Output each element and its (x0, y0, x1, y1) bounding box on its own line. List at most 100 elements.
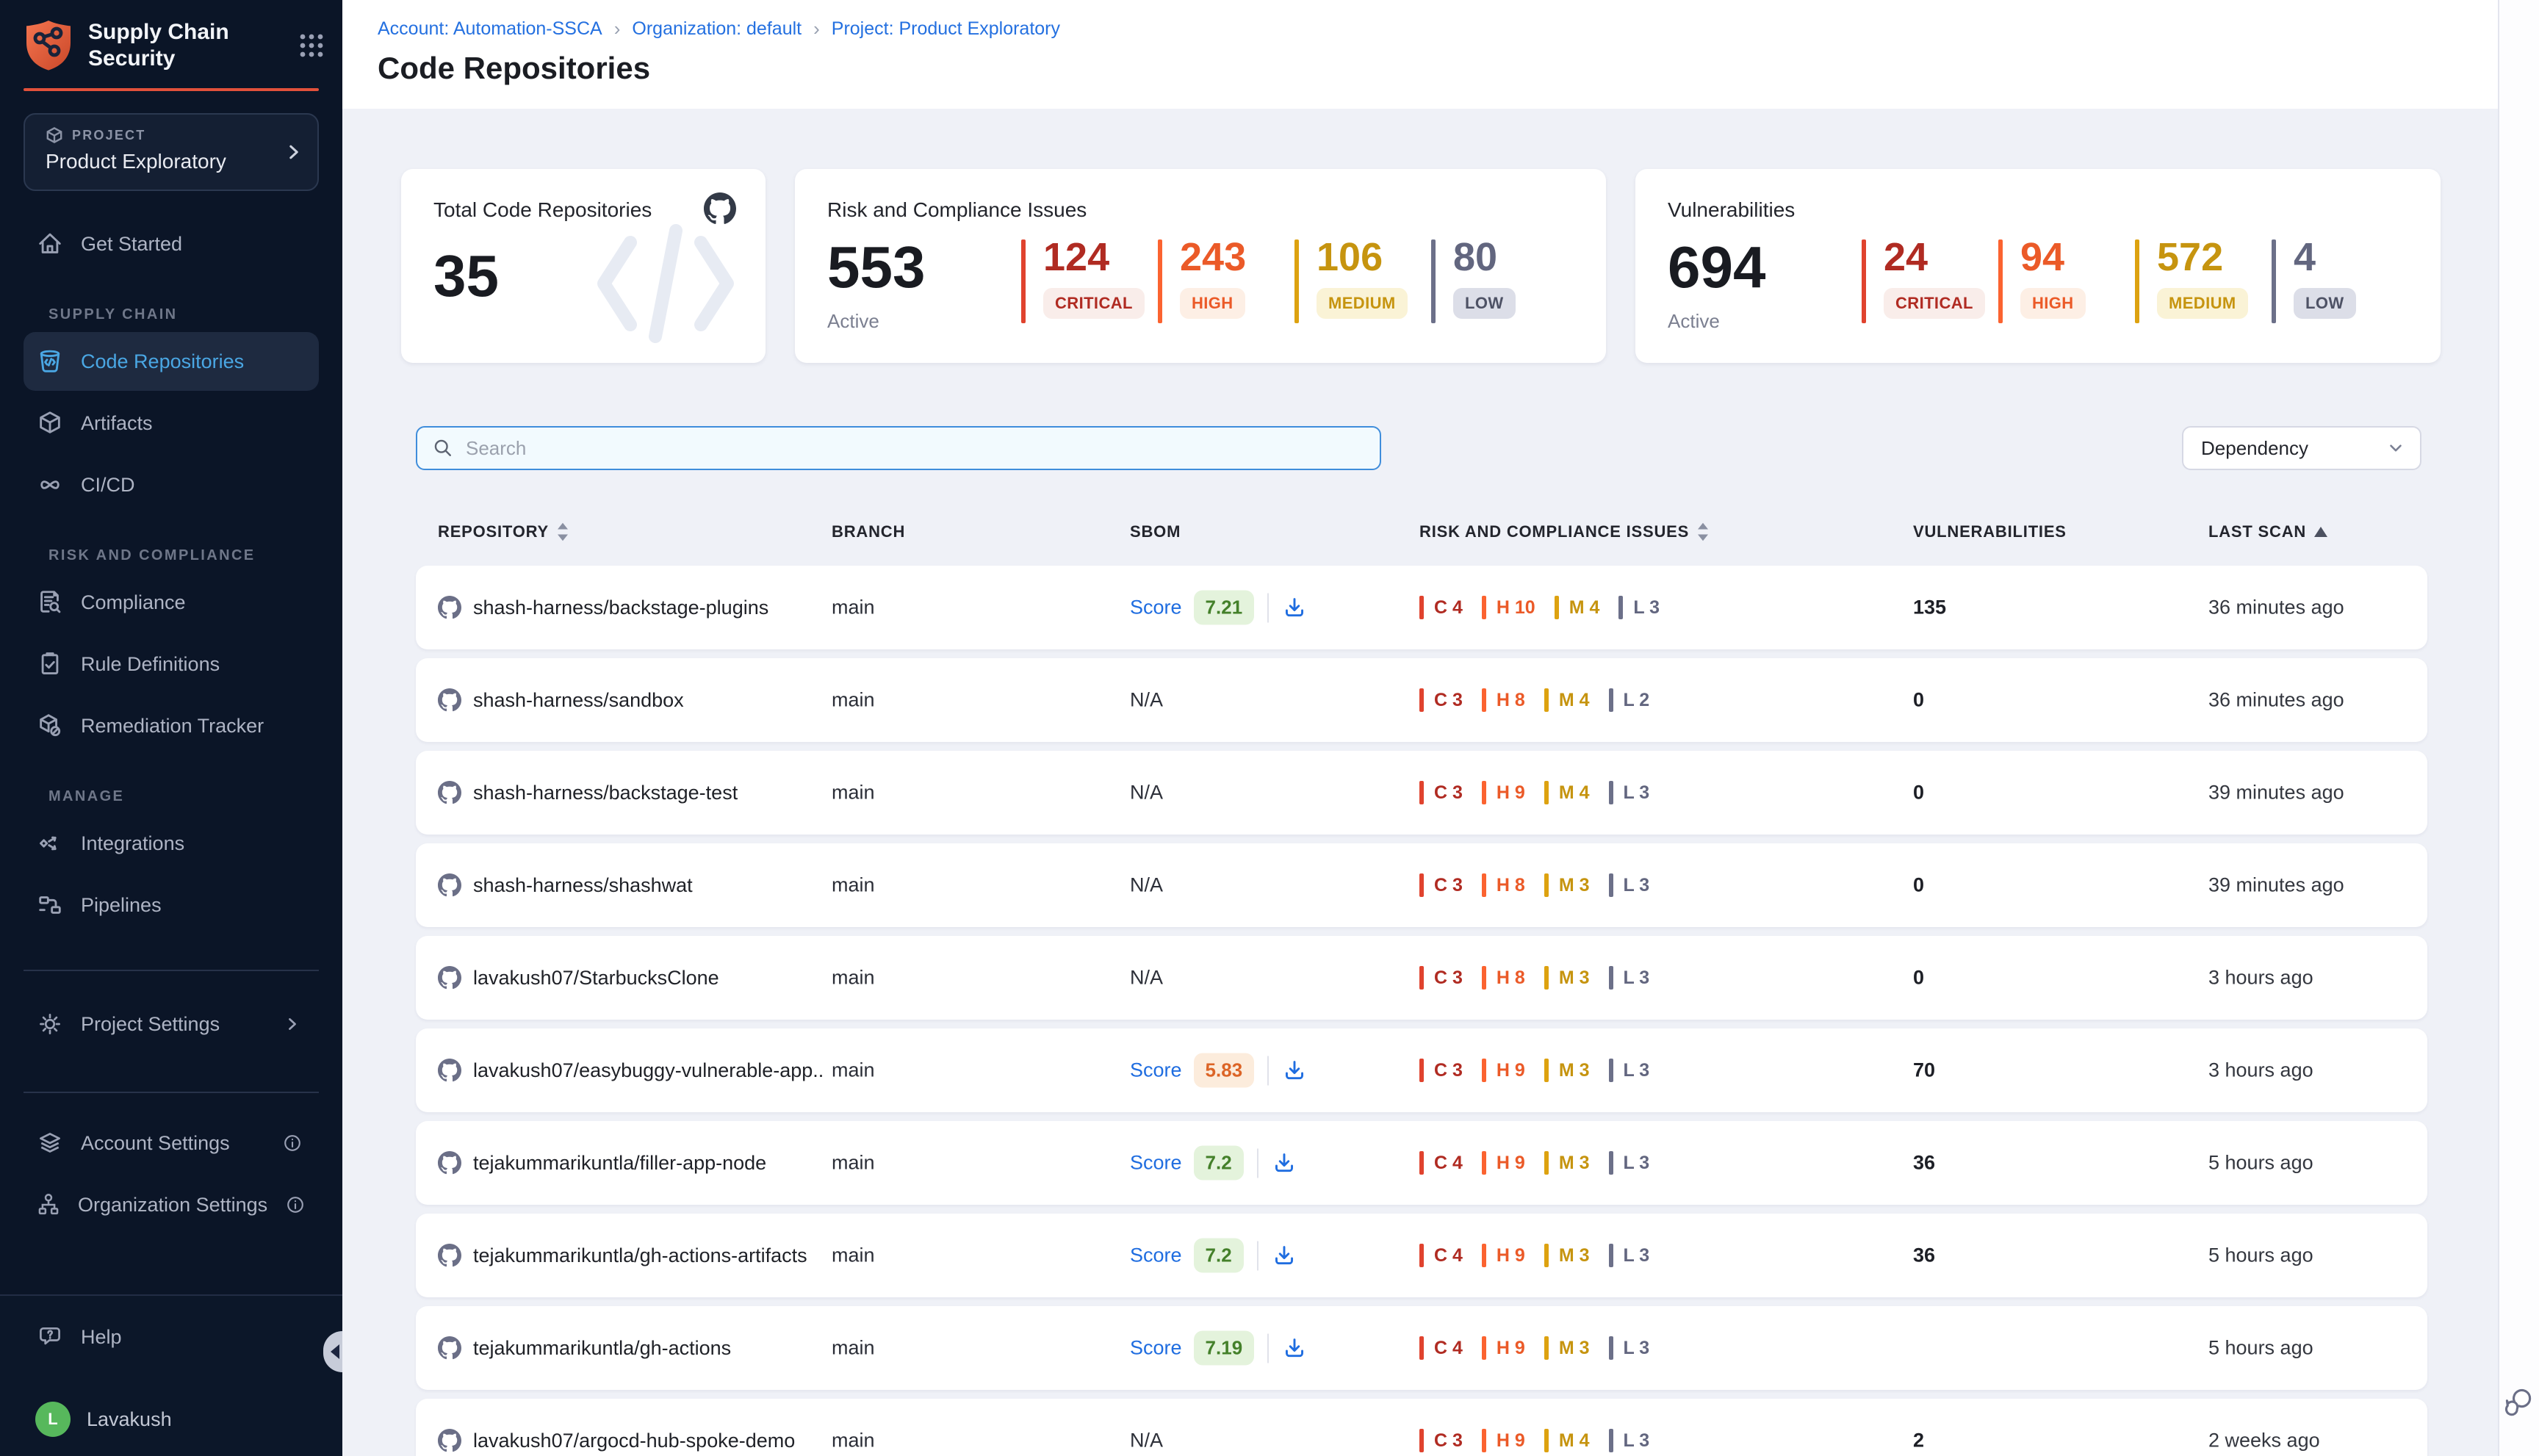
severity-group-critical: 24CRITICAL (1862, 237, 1998, 333)
column-header-last-scan[interactable]: LAST SCAN (2208, 517, 2328, 547)
sbom-score-link[interactable]: Score (1130, 1337, 1182, 1360)
sbom-score-link[interactable]: Score (1130, 1244, 1182, 1267)
table-row[interactable]: tejakummarikuntla/filler-app-nodemainSco… (416, 1121, 2427, 1205)
table-row[interactable]: tejakummarikuntla/gh-actions-artifactsma… (416, 1214, 2427, 1297)
sidebar-item-rule-definitions[interactable]: Rule Definitions (24, 635, 319, 693)
severity-medium: M 3 (1544, 1244, 1590, 1267)
severity-critical: C 3 (1419, 781, 1463, 804)
integrations-icon (35, 829, 65, 857)
repo-name[interactable]: shash-harness/shashwat (473, 874, 693, 897)
layers-icon (35, 1130, 65, 1156)
vulnerabilities-cell: 0 (1913, 782, 1924, 804)
vulnerabilities-cell: 36 (1913, 1152, 1935, 1175)
sbom-download-icon[interactable] (1282, 595, 1307, 620)
severity-medium: M 3 (1544, 966, 1590, 990)
sbom-download-icon[interactable] (1282, 1058, 1307, 1083)
repo-name[interactable]: tejakummarikuntla/filler-app-node (473, 1152, 766, 1175)
severity-high: H 8 (1482, 966, 1525, 990)
branch-cell: main (832, 967, 875, 990)
repo-name[interactable]: lavakush07/argocd-hub-spoke-demo (473, 1430, 795, 1452)
repo-cell: tejakummarikuntla/filler-app-node (438, 1151, 766, 1175)
severity-high: H 9 (1482, 781, 1525, 804)
user-name: Lavakush (87, 1408, 172, 1431)
sidebar-item-integrations[interactable]: Integrations (24, 814, 319, 873)
sbom-na: N/A (1130, 782, 1163, 804)
sbom-score-link[interactable]: Score (1130, 1059, 1182, 1082)
table-row[interactable]: shash-harness/backstage-testmainN/AC 3H … (416, 751, 2427, 835)
support-chat-icon[interactable] (2502, 1385, 2535, 1418)
repositories-table: REPOSITORYBRANCHSBOMRISK AND COMPLIANCE … (416, 517, 2427, 1456)
repo-name[interactable]: shash-harness/backstage-test (473, 782, 738, 804)
sidebar-item-artifacts[interactable]: Artifacts (24, 394, 319, 453)
sidebar-item-account-settings[interactable]: Account Settings (24, 1114, 319, 1172)
sidebar-item-get-started[interactable]: Get Started (24, 215, 319, 273)
sidebar-item-compliance[interactable]: Compliance (24, 573, 319, 632)
sbom-score-link[interactable]: Score (1130, 1152, 1182, 1175)
column-header-risk-and-compliance-issues[interactable]: RISK AND COMPLIANCE ISSUES (1419, 517, 1710, 547)
severity-high: H 8 (1482, 688, 1525, 712)
severity-critical: C 3 (1419, 1429, 1463, 1452)
sbom-na: N/A (1130, 874, 1163, 897)
project-selector[interactable]: PROJECT Product Exploratory (24, 113, 319, 191)
sbom-download-icon[interactable] (1282, 1336, 1307, 1361)
table-row[interactable]: tejakummarikuntla/gh-actionsmainScore7.1… (416, 1306, 2427, 1390)
infinity-icon (35, 471, 65, 499)
sidebar-item-remediation-tracker[interactable]: Remediation Tracker (24, 696, 319, 755)
user-menu[interactable]: L Lavakush (24, 1390, 319, 1449)
risk-issues-card: Risk and Compliance Issues 553 Active 12… (795, 169, 1606, 363)
sbom-download-icon[interactable] (1272, 1243, 1297, 1268)
filter-dropdown[interactable]: Dependency (2182, 426, 2421, 470)
severity-critical: C 4 (1419, 1336, 1463, 1360)
sidebar-item-pipelines[interactable]: Pipelines (24, 876, 319, 934)
sbom-cell: Score7.19 (1130, 1331, 1307, 1366)
sidebar-item-code-repositories[interactable]: Code Repositories (24, 332, 319, 391)
github-icon (438, 596, 461, 619)
table-row[interactable]: shash-harness/backstage-pluginsmainScore… (416, 566, 2427, 649)
sidebar-item-project-settings[interactable]: Project Settings (24, 995, 319, 1053)
repo-name[interactable]: lavakush07/StarbucksClone (473, 967, 719, 990)
severity-group-high: 243HIGH (1158, 237, 1294, 333)
severity-bar (2272, 239, 2276, 323)
sidebar-item-help[interactable]: Help (24, 1308, 319, 1366)
severity-low: L 3 (1609, 1059, 1650, 1082)
sidebar-item-label: Help (81, 1326, 122, 1349)
column-header-repository[interactable]: REPOSITORY (438, 517, 569, 547)
sbom-cell: N/A (1130, 782, 1163, 804)
sidebar-item-organization-settings[interactable]: Organization Settings (24, 1175, 319, 1234)
repo-name[interactable]: tejakummarikuntla/gh-actions (473, 1337, 731, 1360)
code-repo-icon (35, 347, 65, 375)
severity-group-medium: 106MEDIUM (1294, 237, 1431, 333)
last-scan-cell: 3 hours ago (2208, 1059, 2313, 1082)
breadcrumb-link[interactable]: Project: Product Exploratory (832, 18, 1060, 40)
sbom-download-icon[interactable] (1272, 1150, 1297, 1175)
table-row[interactable]: lavakush07/StarbucksClonemainN/AC 3H 8M … (416, 936, 2427, 1020)
search-input[interactable] (466, 437, 1365, 460)
vulns-severity-groups: 24CRITICAL94HIGH572MEDIUM4LOW (1862, 237, 2408, 333)
table-row[interactable]: lavakush07/argocd-hub-spoke-demomainN/AC… (416, 1399, 2427, 1456)
sidebar-item-ci-cd[interactable]: CI/CD (24, 455, 319, 514)
severity-medium: M 4 (1555, 596, 1600, 619)
sidebar-item-label: Pipelines (81, 894, 162, 917)
module-grid-icon[interactable] (298, 32, 325, 59)
repo-name[interactable]: shash-harness/sandbox (473, 689, 684, 712)
breadcrumb-link[interactable]: Account: Automation-SSCA (378, 18, 602, 40)
table-row[interactable]: lavakush07/easybuggy-vulnerable-app...ma… (416, 1028, 2427, 1112)
repo-name[interactable]: shash-harness/backstage-plugins (473, 597, 768, 619)
repo-name[interactable]: lavakush07/easybuggy-vulnerable-app... (473, 1059, 823, 1082)
divider (1267, 1056, 1269, 1085)
table-row[interactable]: shash-harness/shashwatmainN/AC 3H 8M 3L … (416, 843, 2427, 927)
severity-medium: M 4 (1544, 688, 1590, 712)
table-row[interactable]: shash-harness/sandboxmainN/AC 3H 8M 4L 2… (416, 658, 2427, 742)
severity-bar (1158, 239, 1162, 323)
vulnerabilities-card: Vulnerabilities 694 Active 24CRITICAL94H… (1635, 169, 2441, 363)
severity-medium: M 3 (1544, 1151, 1590, 1175)
repo-name[interactable]: tejakummarikuntla/gh-actions-artifacts (473, 1244, 807, 1267)
sbom-score-link[interactable]: Score (1130, 597, 1182, 619)
info-icon[interactable] (278, 1133, 307, 1153)
page-title: Code Repositories (378, 51, 2498, 86)
breadcrumb-link[interactable]: Organization: default (632, 18, 802, 40)
sidebar: Supply Chain Security PROJECT Product (0, 0, 342, 1456)
gear-icon (35, 1011, 65, 1037)
info-icon[interactable] (284, 1194, 307, 1215)
sidebar-divider (24, 970, 319, 971)
